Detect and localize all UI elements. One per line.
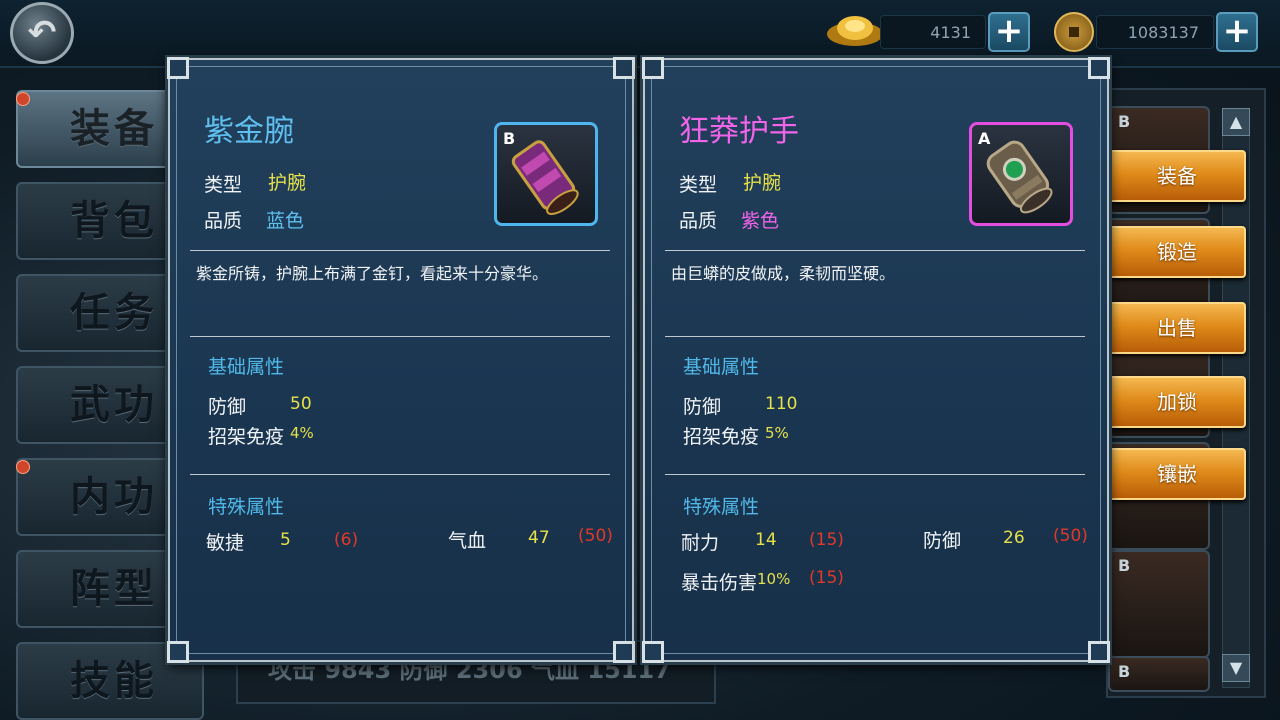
quality-label: 品质 <box>204 210 243 232</box>
attribute-label: 防御 <box>208 396 247 418</box>
item-icon: B <box>494 122 598 226</box>
grade-badge: B <box>503 129 516 148</box>
attribute-label: 招架免疫 <box>208 426 285 448</box>
quality-label: 品质 <box>679 210 718 232</box>
add-coin-button[interactable]: + <box>1216 12 1258 52</box>
forge-button[interactable]: 锻造 <box>1108 226 1246 278</box>
item-detail-card-right: 狂莽护手 A 类型 护腕 品质 紫色 由巨蟒的皮做成，柔韧而坚硬。 基础属性 防… <box>642 57 1110 663</box>
item-icon: A <box>969 122 1073 226</box>
attribute-label: 防御 <box>683 396 722 418</box>
item-description: 紫金所铸，护腕上布满了金钉，看起来十分豪华。 <box>196 264 549 283</box>
attribute-max: (50) <box>1053 526 1088 546</box>
gold-ingot-icon <box>827 16 883 46</box>
equip-button[interactable]: 装备 <box>1108 150 1246 202</box>
attribute-value: 26 <box>1003 528 1025 548</box>
notification-dot <box>16 460 30 474</box>
quality-value: 蓝色 <box>266 210 305 232</box>
item-name: 紫金腕 <box>204 114 294 149</box>
add-ingot-button[interactable]: + <box>988 12 1030 52</box>
ingot-currency: 4131 <box>880 12 986 52</box>
attribute-value: 110 <box>765 394 798 414</box>
attribute-value: 5% <box>765 424 789 442</box>
item-description: 由巨蟒的皮做成，柔韧而坚硬。 <box>671 264 896 283</box>
grade-badge: A <box>978 129 991 148</box>
inlay-button[interactable]: 镶嵌 <box>1108 448 1246 500</box>
attribute-value: 14 <box>755 530 777 550</box>
scroll-up-icon[interactable]: ▲ <box>1222 108 1250 136</box>
attribute-value: 10% <box>757 570 791 588</box>
item-name: 狂莽护手 <box>679 114 799 149</box>
attribute-value: 5 <box>280 530 291 550</box>
ingot-amount: 4131 <box>880 15 986 49</box>
back-arrow-icon: ↶ <box>27 13 57 53</box>
inventory-slot[interactable]: B <box>1108 550 1210 658</box>
quality-value: 紫色 <box>741 210 780 232</box>
item-detail-card-left: 紫金腕 B 类型 护腕 品质 蓝色 紫金所铸，护腕上布满了金钉，看起来十分豪华。… <box>167 57 635 663</box>
type-label: 类型 <box>679 174 718 196</box>
attribute-value: 4% <box>290 424 314 442</box>
lock-button[interactable]: 加锁 <box>1108 376 1246 428</box>
attribute-label: 耐力 <box>681 532 720 554</box>
inventory-slot[interactable]: B <box>1108 656 1210 692</box>
attribute-label: 敏捷 <box>206 532 245 554</box>
attribute-max: (50) <box>578 526 613 546</box>
sell-button[interactable]: 出售 <box>1108 302 1246 354</box>
attribute-label: 气血 <box>448 530 487 552</box>
back-button[interactable]: ↶ <box>10 2 74 64</box>
attribute-value: 47 <box>528 528 550 548</box>
base-attributes-title: 基础属性 <box>208 356 285 378</box>
coin-currency: 1083137 <box>1096 12 1214 52</box>
base-attributes-title: 基础属性 <box>683 356 760 378</box>
notification-dot <box>16 92 30 106</box>
type-label: 类型 <box>204 174 243 196</box>
coin-icon <box>1054 12 1094 52</box>
attribute-label: 暴击伤害 <box>681 572 758 594</box>
attribute-max: (6) <box>334 530 359 550</box>
attribute-label: 招架免疫 <box>683 426 760 448</box>
attribute-value: 50 <box>290 394 312 414</box>
type-value: 护腕 <box>268 172 307 194</box>
coin-amount: 1083137 <box>1096 15 1214 49</box>
attribute-label: 防御 <box>923 530 962 552</box>
scroll-down-icon[interactable]: ▼ <box>1222 654 1250 682</box>
attribute-max: (15) <box>809 568 844 588</box>
attribute-max: (15) <box>809 530 844 550</box>
type-value: 护腕 <box>743 172 782 194</box>
special-attributes-title: 特殊属性 <box>208 496 285 518</box>
special-attributes-title: 特殊属性 <box>683 496 760 518</box>
